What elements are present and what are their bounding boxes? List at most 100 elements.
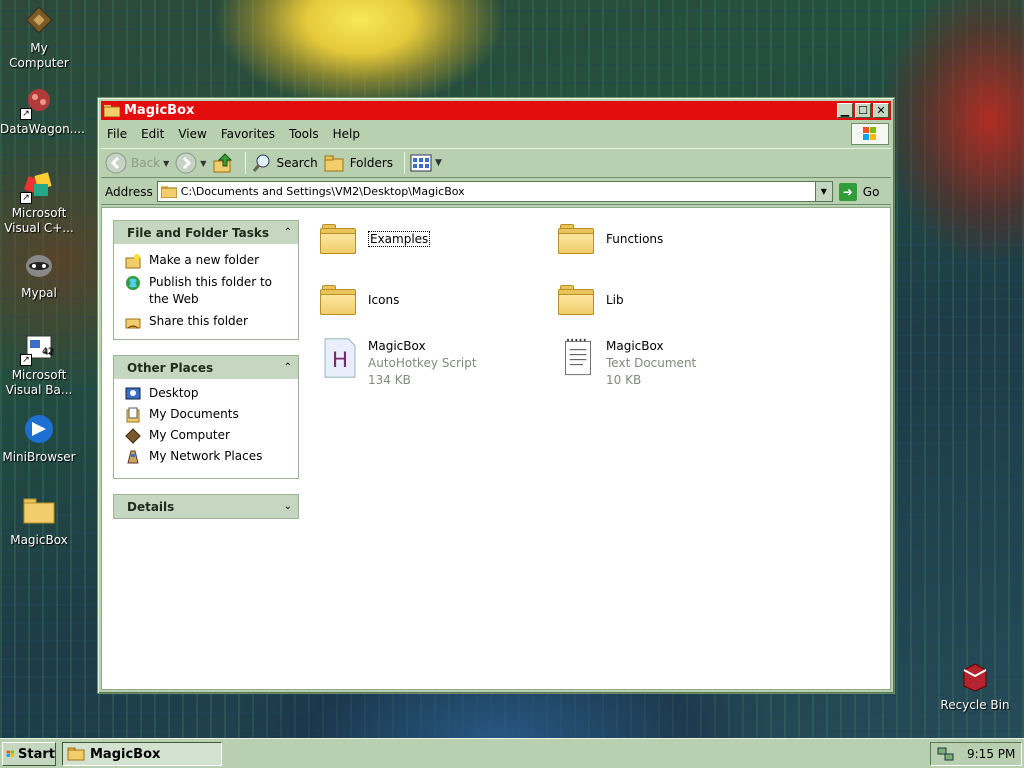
file-type: AutoHotkey Script xyxy=(368,356,477,370)
menu-help[interactable]: Help xyxy=(333,127,360,141)
clock: 9:15 PM xyxy=(967,747,1016,761)
file-item-text-document[interactable]: MagicBox Text Document 10 KB xyxy=(558,338,696,389)
file-item-folder[interactable]: Icons xyxy=(320,281,399,325)
my-computer-link[interactable]: My Computer xyxy=(125,427,290,444)
toolbar-separator xyxy=(404,152,406,174)
share-folder-link[interactable]: Share this folder xyxy=(125,313,290,330)
file-item-ahk-script[interactable]: H MagicBox AutoHotkey Script 134 KB xyxy=(320,338,477,389)
minibrowser-icon xyxy=(22,412,56,446)
toolbar-separator xyxy=(245,152,247,174)
my-documents-icon xyxy=(126,407,140,423)
back-arrow-icon xyxy=(105,152,127,174)
desktop-icon-visual-basic[interactable]: 42 ↗ Microsoft Visual Ba... xyxy=(0,330,78,398)
address-input[interactable]: C:\Documents and Settings\VM2\Desktop\Ma… xyxy=(156,181,833,202)
file-size: 10 KB xyxy=(606,373,642,387)
menu-tools[interactable]: Tools xyxy=(289,127,319,141)
folder-icon xyxy=(67,747,85,761)
pane-header[interactable]: Details ⌄ xyxy=(114,495,298,518)
menu-edit[interactable]: Edit xyxy=(141,127,164,141)
visual-cpp-icon: ↗ xyxy=(20,168,56,204)
network-tray-icon[interactable] xyxy=(937,746,955,762)
menu-favorites[interactable]: Favorites xyxy=(221,127,275,141)
my-network-places-link[interactable]: My Network Places xyxy=(125,448,290,465)
go-button[interactable]: ➜ Go xyxy=(838,182,879,201)
shortcut-arrow-icon: ↗ xyxy=(20,192,32,204)
folder-icon xyxy=(104,104,120,117)
start-button[interactable]: Start xyxy=(2,742,56,766)
address-dropdown-button[interactable]: ▼ xyxy=(814,182,832,201)
windows-flag-icon xyxy=(6,750,14,757)
shortcut-arrow-icon: ↗ xyxy=(20,354,32,366)
mypal-raccoon-icon xyxy=(22,248,56,282)
shortcut-arrow-icon: ↗ xyxy=(20,108,32,120)
window-title: MagicBox xyxy=(124,103,195,118)
collapse-chevron-icon[interactable]: ⌃ xyxy=(284,362,292,373)
taskbar-window-label: MagicBox xyxy=(90,746,161,762)
file-folder-tasks-pane: File and Folder Tasks ⌃ Make a new folde… xyxy=(113,220,299,340)
link-label: Make a new folder xyxy=(149,253,260,267)
desktop-icon-datawagon[interactable]: ↗ DataWagon.... xyxy=(0,84,85,137)
file-item-folder[interactable]: Examples xyxy=(320,220,431,264)
pane-header[interactable]: File and Folder Tasks ⌃ xyxy=(114,221,298,244)
windows-flag-logo-icon xyxy=(851,123,889,145)
desktop-icon-magicbox[interactable]: MagicBox xyxy=(0,495,78,548)
menu-view[interactable]: View xyxy=(178,127,206,141)
chevron-down-icon[interactable]: ▼ xyxy=(200,159,206,168)
file-size: 134 KB xyxy=(368,373,411,387)
file-name: Icons xyxy=(368,293,400,307)
desktop-icon-mypal[interactable]: Mypal xyxy=(0,248,78,301)
publish-folder-link[interactable]: Publish this folder to the Web xyxy=(125,274,290,308)
desktop-icon-visual-cpp[interactable]: ↗ Microsoft Visual C+... xyxy=(0,168,78,236)
desktop-icon-label: DataWagon.... xyxy=(0,122,85,136)
expand-chevron-icon[interactable]: ⌄ xyxy=(284,501,292,512)
file-item-folder[interactable]: Lib xyxy=(558,281,624,325)
close-button[interactable]: ✕ xyxy=(873,103,889,118)
taskbar-window-button[interactable]: MagicBox xyxy=(62,742,222,766)
desktop-icon-minibrowser[interactable]: MiniBrowser xyxy=(0,412,78,465)
make-new-folder-link[interactable]: Make a new folder xyxy=(125,252,290,269)
explorer-window: MagicBox ▁ ☐ ✕ File Edit View Favorites … xyxy=(97,97,895,694)
desktop-icon-recycle-bin[interactable]: Recycle Bin xyxy=(936,660,1014,713)
desktop-icon-my-computer[interactable]: My Computer xyxy=(0,3,78,71)
collapse-chevron-icon[interactable]: ⌃ xyxy=(284,227,292,238)
my-documents-link[interactable]: My Documents xyxy=(125,406,290,423)
up-folder-button[interactable] xyxy=(212,152,234,174)
pane-header[interactable]: Other Places ⌃ xyxy=(114,356,298,379)
standard-toolbar: Back ▼ ▼ Search Folders ▼ xyxy=(101,148,891,178)
pane-title: Details xyxy=(127,499,175,514)
up-folder-icon xyxy=(213,153,233,173)
file-name: Lib xyxy=(606,293,624,307)
search-label: Search xyxy=(276,156,318,170)
desktop-icon-label: Recycle Bin xyxy=(940,698,1010,712)
window-titlebar[interactable]: MagicBox ▁ ☐ ✕ xyxy=(101,101,891,120)
pane-title: Other Places xyxy=(127,360,214,375)
chevron-down-icon[interactable]: ▼ xyxy=(163,159,169,168)
file-item-folder[interactable]: Functions xyxy=(558,220,663,264)
folder-icon xyxy=(558,285,598,325)
globe-icon xyxy=(126,276,140,290)
back-button[interactable]: Back ▼ xyxy=(105,152,169,174)
maximize-button[interactable]: ☐ xyxy=(855,103,871,118)
folder-icon xyxy=(22,495,56,529)
folders-button[interactable]: Folders xyxy=(324,153,393,173)
svg-text:42: 42 xyxy=(42,347,53,357)
link-label: My Network Places xyxy=(149,449,263,463)
search-button[interactable]: Search xyxy=(251,152,318,174)
desktop-icon-label: Microsoft Visual Ba... xyxy=(5,368,73,397)
address-label: Address xyxy=(105,184,153,199)
link-label: Publish this folder to the Web xyxy=(149,275,272,306)
folder-icon xyxy=(320,224,360,264)
desktop-link[interactable]: Desktop xyxy=(125,385,290,402)
desktop-icon-label: MagicBox xyxy=(10,533,68,547)
chevron-down-icon[interactable]: ▼ xyxy=(435,158,442,168)
folders-icon xyxy=(324,155,344,172)
link-label: Share this folder xyxy=(149,314,248,328)
search-icon xyxy=(253,154,270,172)
autohotkey-script-icon: H xyxy=(324,338,356,378)
minimize-button[interactable]: ▁ xyxy=(837,103,853,118)
network-places-icon xyxy=(127,450,139,464)
desktop-icon xyxy=(125,387,141,400)
views-button[interactable]: ▼ xyxy=(410,154,442,172)
forward-button[interactable]: ▼ xyxy=(175,152,206,174)
menu-file[interactable]: File xyxy=(107,127,127,141)
